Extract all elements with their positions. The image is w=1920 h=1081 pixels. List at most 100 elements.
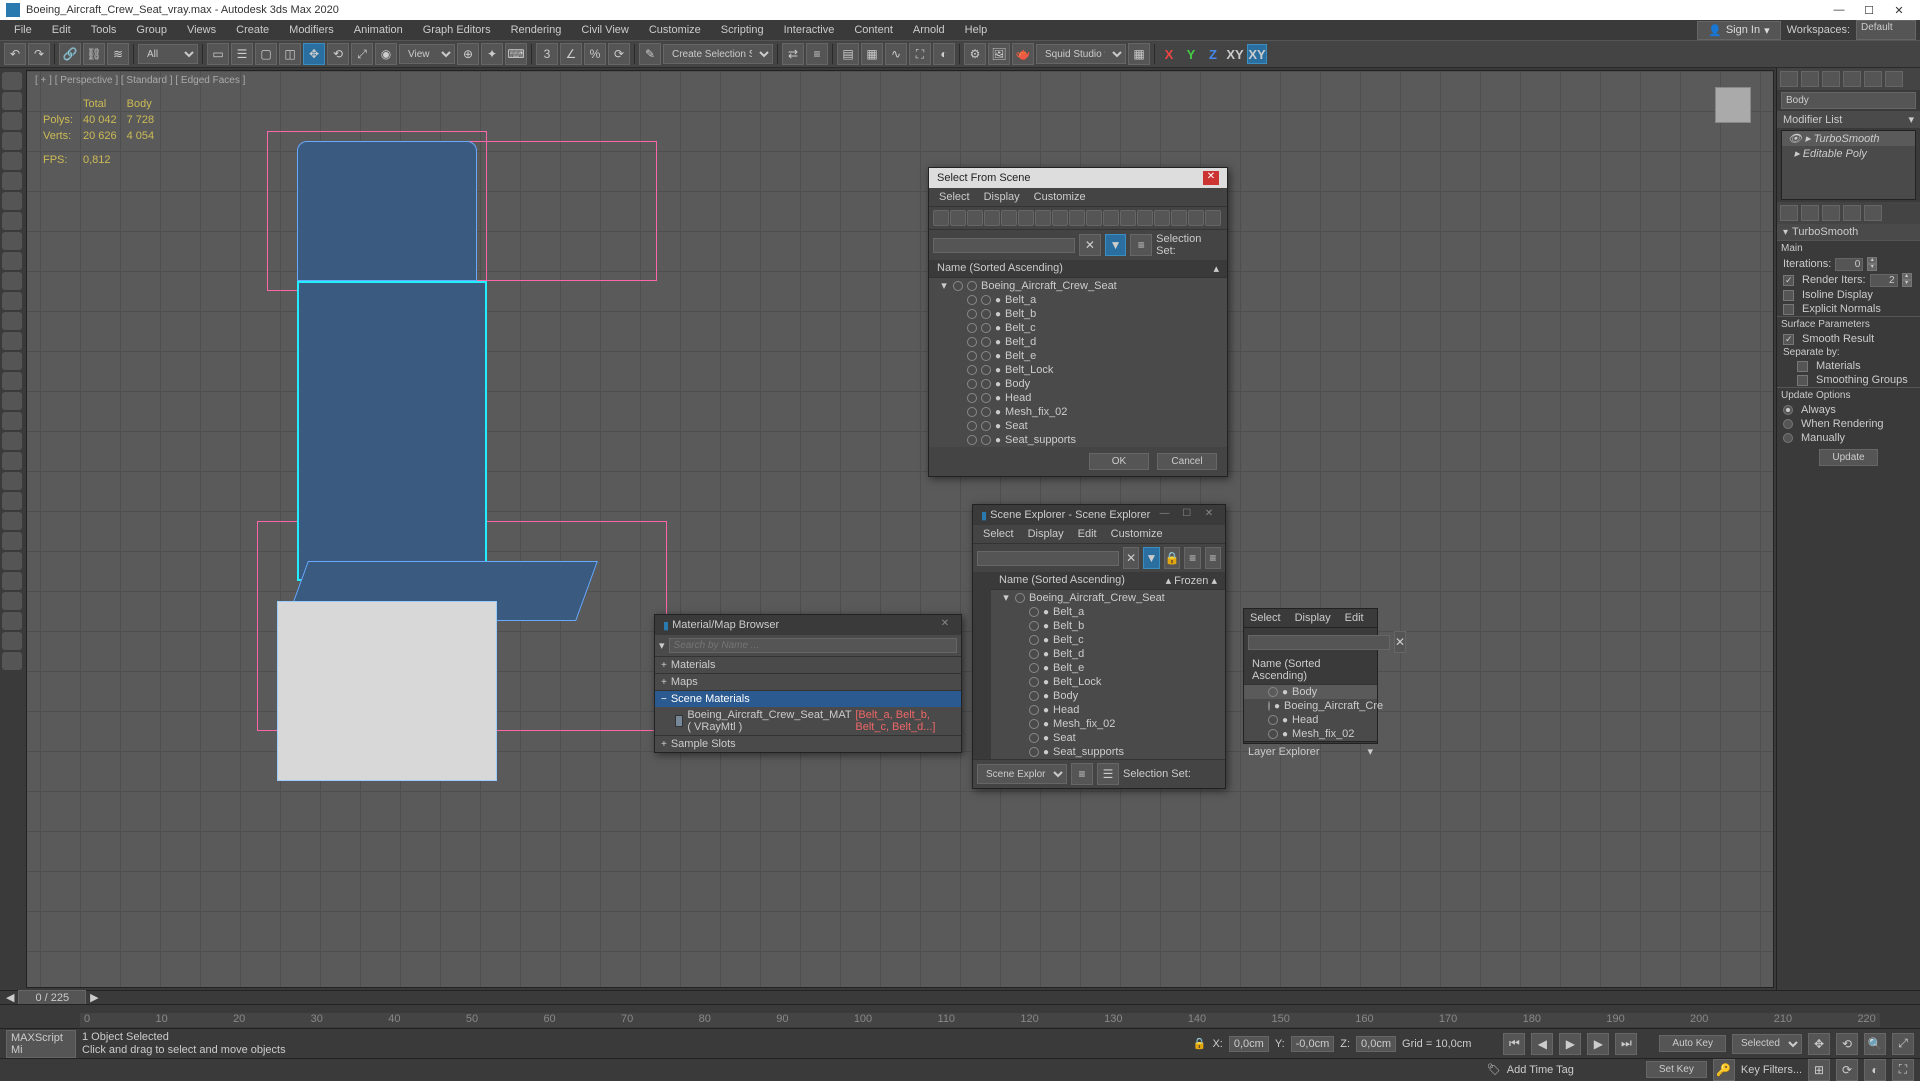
search-input[interactable]: [669, 638, 957, 653]
named-selection-dropdown[interactable]: Create Selection Se: [663, 44, 773, 64]
filter-icon[interactable]: [975, 702, 989, 716]
tb-icon[interactable]: [1035, 210, 1051, 226]
menu-animation[interactable]: Animation: [344, 22, 413, 38]
axis-y-button[interactable]: Y: [1181, 44, 1201, 64]
render-setup-button[interactable]: ⚙: [964, 43, 986, 65]
menu-display[interactable]: Display: [1028, 528, 1064, 540]
materials-section[interactable]: + Materials: [655, 656, 961, 673]
mirror-button[interactable]: ⇄: [782, 43, 804, 65]
lt-icon[interactable]: [2, 332, 22, 350]
render-preset-dropdown[interactable]: Squid Studio v: [1036, 44, 1126, 64]
menu-views[interactable]: Views: [177, 22, 226, 38]
viewcube[interactable]: [1703, 77, 1763, 127]
move-button[interactable]: ✥: [303, 43, 325, 65]
filter-icon[interactable]: ▼: [1105, 234, 1127, 256]
filter-icon[interactable]: ▼: [1143, 547, 1159, 569]
menu-rendering[interactable]: Rendering: [501, 22, 572, 38]
link-button[interactable]: 🔗: [59, 43, 81, 65]
list-item[interactable]: ● Mesh_fix_02: [1244, 727, 1377, 741]
lt-icon[interactable]: [2, 212, 22, 230]
modify-tab-icon[interactable]: [1801, 71, 1819, 87]
filter-icon[interactable]: [975, 606, 989, 620]
viewport-label[interactable]: [ + ] [ Perspective ] [ Standard ] [ Edg…: [35, 75, 245, 86]
tab-select[interactable]: Select: [1250, 612, 1281, 624]
pivot-button[interactable]: ⊕: [457, 43, 479, 65]
coord-y-field[interactable]: -0,0cm: [1291, 1036, 1335, 1052]
explorer-type-label[interactable]: Layer Explorer: [1248, 746, 1320, 758]
lt-icon[interactable]: [2, 492, 22, 510]
tree-root[interactable]: ▾ Boeing_Aircraft_Crew_Seat: [991, 590, 1225, 605]
menu-file[interactable]: File: [4, 22, 42, 38]
tree-root[interactable]: ▾ Boeing_Aircraft_Crew_Seat: [929, 278, 1227, 293]
tree-item[interactable]: ● Mesh_fix_02: [929, 405, 1227, 419]
make-unique-icon[interactable]: [1822, 205, 1840, 221]
maximize-icon[interactable]: ☐: [1179, 508, 1195, 522]
tb-icon[interactable]: [933, 210, 949, 226]
clear-search-icon[interactable]: ✕: [1079, 234, 1101, 256]
lt-icon[interactable]: [2, 532, 22, 550]
clear-icon[interactable]: ✕: [1394, 631, 1406, 653]
cancel-button[interactable]: Cancel: [1157, 453, 1217, 470]
render-button[interactable]: 🫖: [1012, 43, 1034, 65]
menu-select[interactable]: Select: [983, 528, 1014, 540]
tree-item[interactable]: ● Belt_e: [929, 349, 1227, 363]
tree-item[interactable]: ● Belt_b: [929, 307, 1227, 321]
update-button[interactable]: Update: [1819, 449, 1877, 466]
tb-icon[interactable]: [1001, 210, 1017, 226]
lt-icon[interactable]: [2, 272, 22, 290]
tb-icon[interactable]: [1086, 210, 1102, 226]
tree-item[interactable]: ● Mesh_fix_02: [991, 717, 1225, 731]
maximize-button[interactable]: ☐: [1854, 4, 1884, 17]
axis-xy-button[interactable]: XY: [1225, 44, 1245, 64]
menu-tools[interactable]: Tools: [81, 22, 127, 38]
lt-icon[interactable]: [2, 652, 22, 670]
menu-select[interactable]: Select: [939, 191, 970, 203]
view-icon[interactable]: ≡: [1130, 234, 1152, 256]
tab-edit[interactable]: Edit: [1345, 612, 1364, 624]
materials-checkbox[interactable]: [1797, 361, 1808, 372]
column-header[interactable]: Name (Sorted Ascending): [1252, 658, 1369, 682]
tree-item[interactable]: ● Belt_c: [991, 633, 1225, 647]
search-input[interactable]: [933, 238, 1075, 253]
tree-item[interactable]: ● Belt_d: [991, 647, 1225, 661]
next-frame-button[interactable]: ▶: [1587, 1033, 1609, 1055]
tb-icon[interactable]: [1154, 210, 1170, 226]
filter-icon[interactable]: [975, 718, 989, 732]
nav-icon[interactable]: 🔍: [1864, 1033, 1886, 1055]
always-radio[interactable]: [1783, 405, 1793, 415]
display-tab-icon[interactable]: [1864, 71, 1882, 87]
lt-icon[interactable]: [2, 252, 22, 270]
timeline[interactable]: 01020 304050 607080 90100110 120130140 1…: [0, 1004, 1920, 1028]
column-header[interactable]: Name (Sorted Ascending): [937, 262, 1063, 275]
edit-selection-set-button[interactable]: ✎: [639, 43, 661, 65]
tb-icon[interactable]: [1069, 210, 1085, 226]
coord-z-field[interactable]: 0,0cm: [1356, 1036, 1396, 1052]
tb-icon[interactable]: [1052, 210, 1068, 226]
scrub-left-icon[interactable]: ◀: [6, 991, 14, 1004]
tb-icon[interactable]: [1188, 210, 1204, 226]
smoothgrp-checkbox[interactable]: [1797, 375, 1808, 386]
select-object-button[interactable]: ▭: [207, 43, 229, 65]
signin-button[interactable]: 👤 Sign In ▾: [1697, 21, 1780, 40]
nav-icon[interactable]: ✥: [1808, 1033, 1830, 1055]
lt-icon[interactable]: [2, 112, 22, 130]
list-item[interactable]: ● Boeing_Aircraft_Cre: [1244, 699, 1377, 713]
configure-icon[interactable]: [1864, 205, 1882, 221]
key-icon[interactable]: 🔑: [1713, 1059, 1735, 1081]
rect-region-button[interactable]: ▢: [255, 43, 277, 65]
tree-item[interactable]: ● Belt_Lock: [929, 363, 1227, 377]
object-name-field[interactable]: [1781, 92, 1916, 109]
view-icon[interactable]: ≡: [1184, 547, 1200, 569]
prev-frame-button[interactable]: ◀: [1531, 1033, 1553, 1055]
lock-icon[interactable]: 🔒: [1164, 547, 1181, 569]
window-crossing-button[interactable]: ◫: [279, 43, 301, 65]
menu-arnold[interactable]: Arnold: [903, 22, 955, 38]
menu-edit[interactable]: Edit: [42, 22, 81, 38]
rollout-turbosmooth[interactable]: ▾ TurboSmooth: [1777, 224, 1920, 240]
remove-modifier-icon[interactable]: [1843, 205, 1861, 221]
lt-icon[interactable]: [2, 172, 22, 190]
spinner-snap-button[interactable]: ⟳: [608, 43, 630, 65]
smooth-result-checkbox[interactable]: [1783, 334, 1794, 345]
pin-stack-icon[interactable]: [1780, 205, 1798, 221]
show-end-result-icon[interactable]: [1801, 205, 1819, 221]
